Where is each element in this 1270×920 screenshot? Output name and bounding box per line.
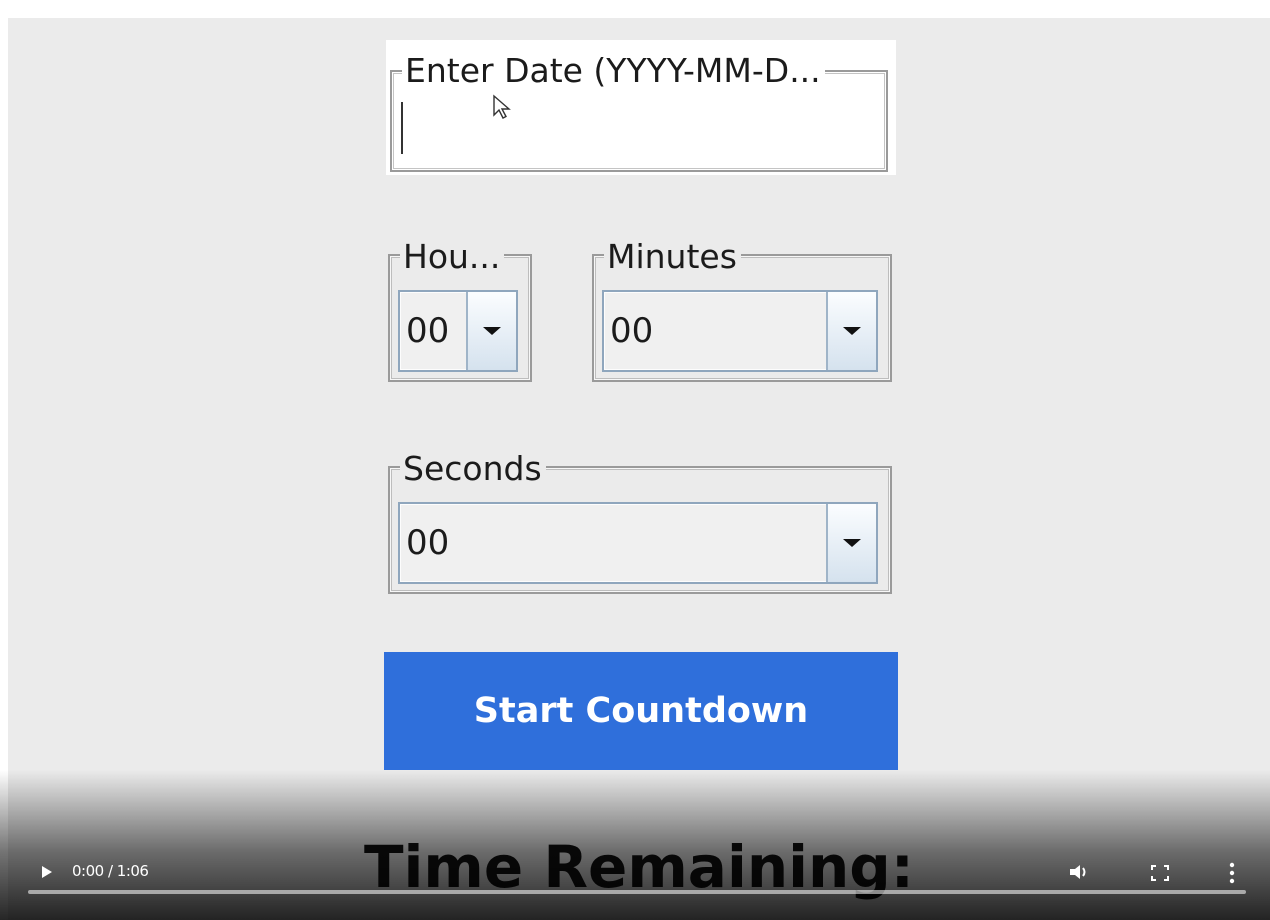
chevron-down-icon [843, 327, 861, 335]
hours-label: Hou... [400, 238, 505, 276]
chevron-down-icon [483, 327, 501, 335]
time-display: 0:00 / 1:06 [72, 862, 149, 880]
hours-group: Hou... 00 [388, 238, 532, 382]
seconds-label: Seconds [400, 450, 546, 488]
date-section: Enter Date (YYYY-MM-D... [386, 40, 896, 175]
fullscreen-icon[interactable] [1150, 864, 1170, 882]
seconds-value: 00 [406, 523, 450, 563]
minutes-value: 00 [610, 311, 654, 351]
seconds-dropdown-button[interactable] [826, 504, 876, 582]
seconds-select[interactable]: 00 [398, 502, 878, 584]
minutes-dropdown-button[interactable] [826, 292, 876, 370]
play-icon[interactable] [40, 864, 54, 880]
minutes-label: Minutes [604, 238, 741, 276]
start-countdown-button[interactable]: Start Countdown [384, 652, 898, 770]
volume-icon[interactable] [1068, 862, 1092, 882]
app-window: Enter Date (YYYY-MM-D... Hou... 00 Minut… [8, 18, 1270, 920]
date-label: Enter Date (YYYY-MM-D... [402, 52, 825, 90]
minutes-group: Minutes 00 [592, 238, 892, 382]
chevron-down-icon [843, 539, 861, 547]
date-group: Enter Date (YYYY-MM-D... [390, 52, 888, 172]
hours-select[interactable]: 00 [398, 290, 518, 372]
mouse-cursor-icon [493, 94, 511, 119]
more-icon[interactable] [1228, 862, 1236, 884]
hours-value: 00 [406, 311, 450, 351]
seconds-group: Seconds 00 [388, 450, 892, 594]
date-input[interactable] [401, 102, 871, 154]
video-progress-bar[interactable] [28, 890, 1246, 894]
hours-dropdown-button[interactable] [466, 292, 516, 370]
minutes-select[interactable]: 00 [602, 290, 878, 372]
